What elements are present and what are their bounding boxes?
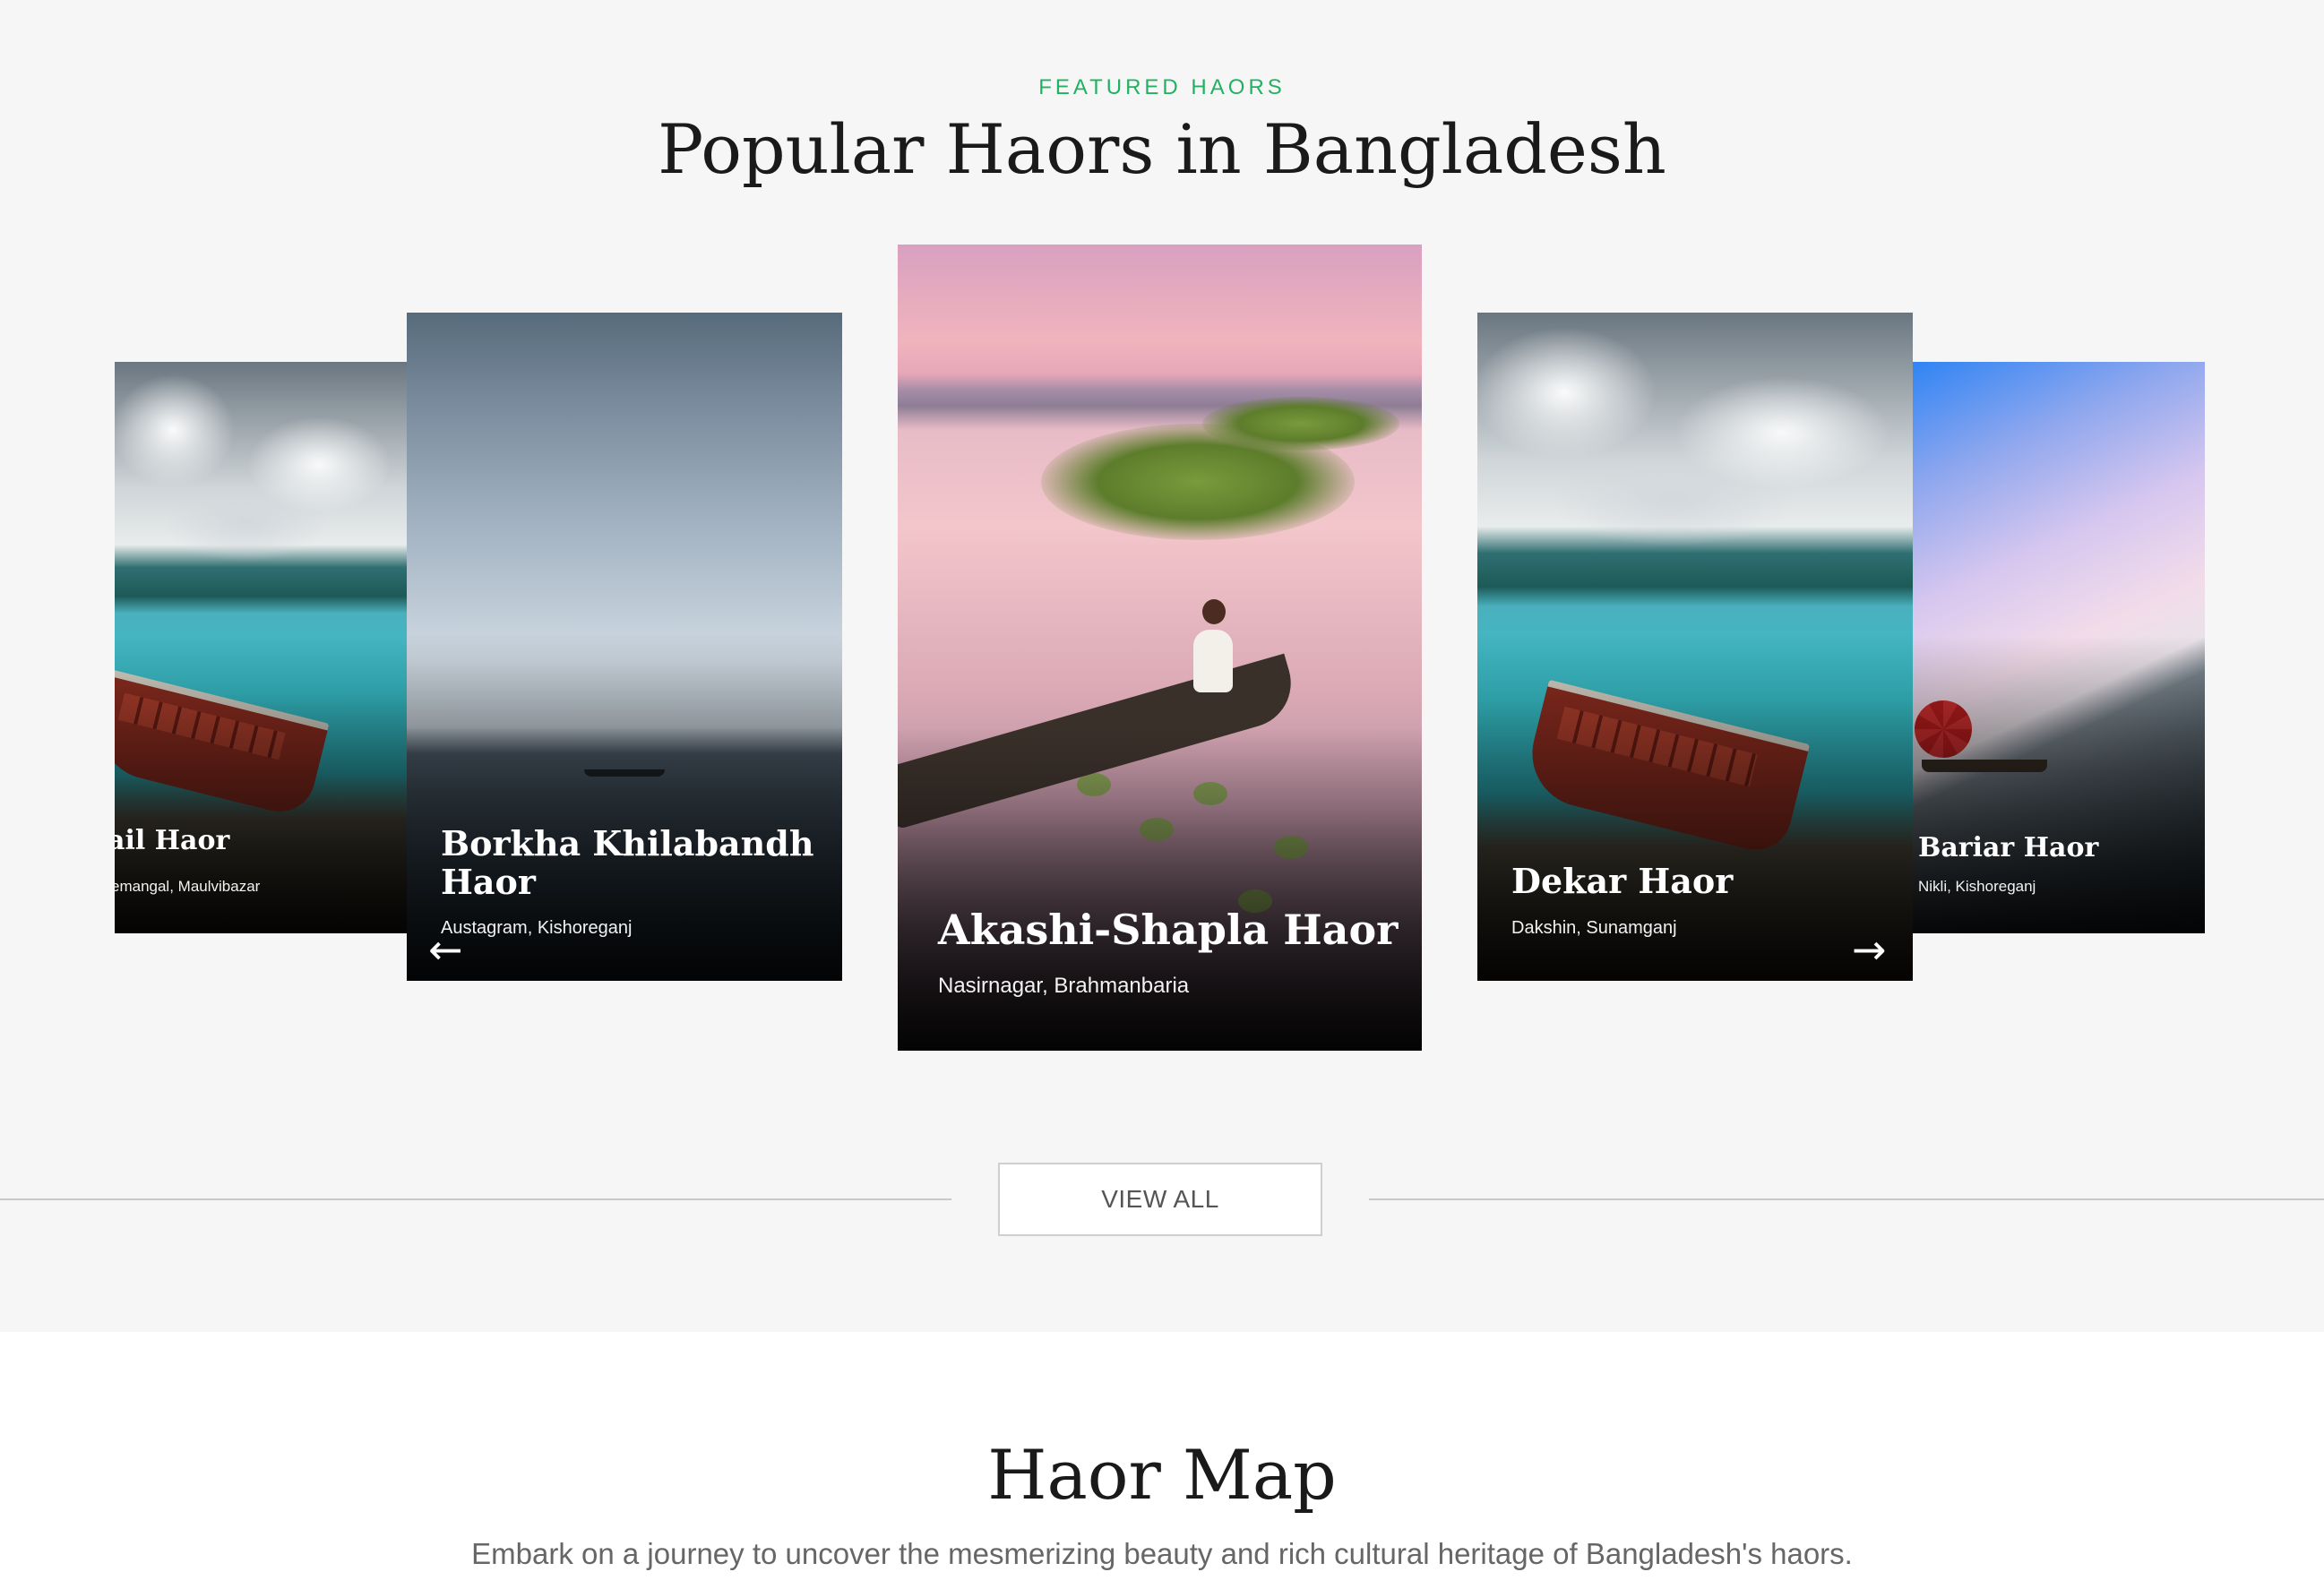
map-title: Haor Map <box>987 1435 1337 1515</box>
haor-name: ail Haor <box>115 825 230 857</box>
haor-name: Bariar Haor <box>1918 832 2099 863</box>
haor-card-1[interactable]: ail Haor emangal, Maulvibazar <box>115 362 407 933</box>
haor-card-2[interactable]: Borkha Khilabandh Haor Austagram, Kishor… <box>407 313 842 981</box>
divider-left <box>0 1198 951 1200</box>
haor-card-5[interactable]: Bariar Haor Nikli, Kishoreganj <box>1913 362 2205 933</box>
haor-location: Dakshin, Sunamganj <box>1511 918 1677 938</box>
haor-location: emangal, Maulvibazar <box>115 878 261 895</box>
haor-name: Borkha Khilabandh Haor <box>441 823 814 902</box>
section-title: Popular Haors in Bangladesh <box>658 109 1666 189</box>
haor-card-3[interactable]: Akashi-Shapla Haor Nasirnagar, Brahmanba… <box>898 245 1422 1051</box>
arrow-right-icon[interactable]: → <box>1852 929 1887 970</box>
view-all-button[interactable]: VIEW ALL <box>998 1163 1322 1236</box>
haor-name: Dekar Haor <box>1511 861 1734 901</box>
haor-location: Austagram, Kishoreganj <box>441 918 633 938</box>
haor-location: Nasirnagar, Brahmanbaria <box>938 974 1190 998</box>
map-subtitle: Embark on a journey to uncover the mesme… <box>471 1537 1853 1570</box>
haor-location: Nikli, Kishoreganj <box>1918 878 2036 895</box>
divider-right <box>1369 1198 2324 1200</box>
section-eyebrow: FEATURED HAORS <box>1038 75 1286 99</box>
haor-name: Akashi-Shapla Haor <box>938 906 1399 954</box>
arrow-left-icon[interactable]: ← <box>428 929 463 970</box>
haor-card-4[interactable]: Dekar Haor Dakshin, Sunamganj → <box>1477 313 1913 981</box>
fisherman-image <box>1193 630 1233 692</box>
featured-haors-section: FEATURED HAORS Popular Haors in Banglade… <box>0 0 2324 1332</box>
